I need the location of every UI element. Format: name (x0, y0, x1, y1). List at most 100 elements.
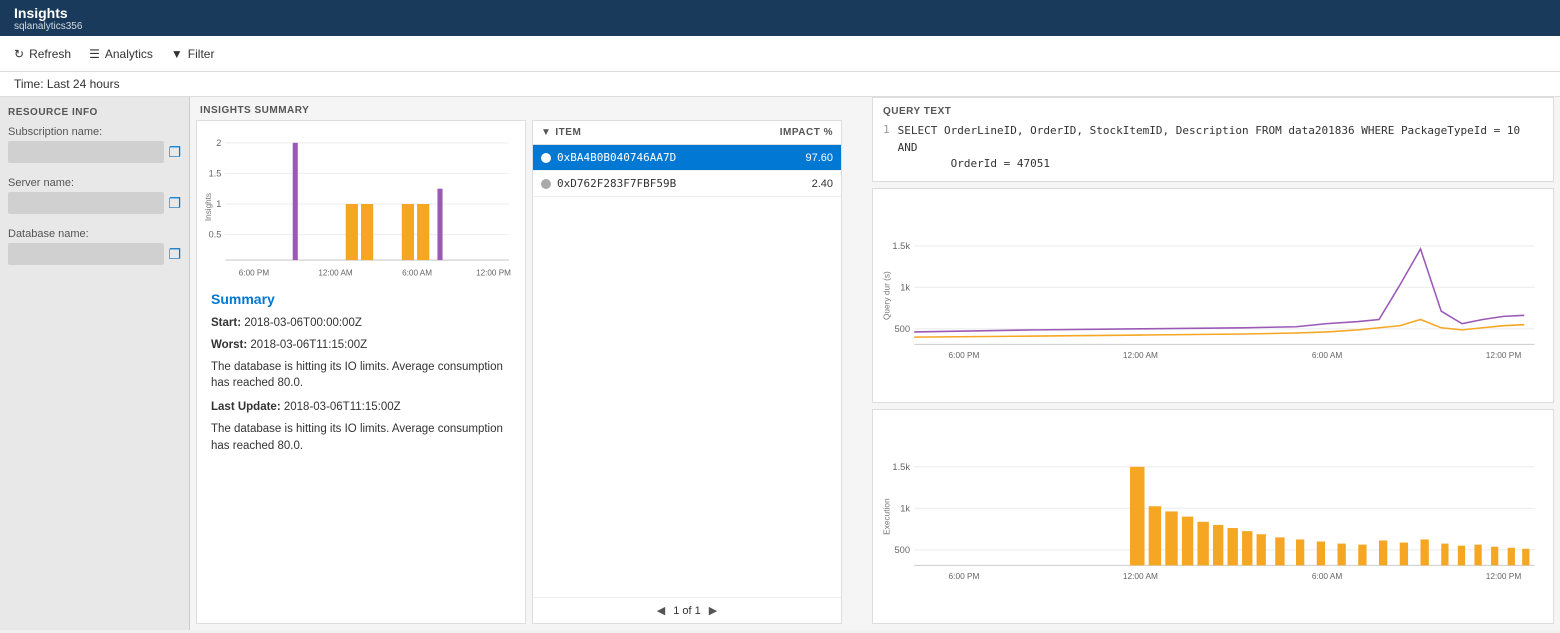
server-value (8, 192, 164, 214)
col-impact-header: IMPACT % (763, 127, 833, 138)
svg-text:1.5: 1.5 (209, 168, 222, 178)
item-list-footer: ◀ 1 of 1 ▶ (533, 597, 841, 623)
execution-chart: 1.5k 1k 500 (881, 416, 1545, 617)
svg-text:6:00 PM: 6:00 PM (239, 268, 270, 277)
subscription-label: Subscription name: (8, 126, 181, 138)
summary-start-value: 2018-03-06T00:00:00Z (244, 317, 362, 329)
svg-text:6:00 PM: 6:00 PM (949, 571, 980, 581)
svg-text:500: 500 (894, 545, 910, 555)
svg-text:6:00 AM: 6:00 AM (402, 268, 432, 277)
insights-summary-title: INSIGHTS SUMMARY (190, 97, 872, 120)
svg-text:1.5k: 1.5k (892, 240, 910, 250)
summary-last-update: Last Update: 2018-03-06T11:15:00Z (211, 399, 511, 415)
summary-worst-label: Worst: (211, 339, 247, 351)
query-text-box: QUERY TEXT 1 SELECT OrderLineID, OrderID… (872, 97, 1554, 182)
item-list-header: ▼ ITEM IMPACT % (533, 121, 841, 145)
left-panel: RESOURCE INFO Subscription name: ❐ Serve… (0, 97, 190, 630)
database-field: Database name: ❐ (8, 228, 181, 265)
summary-last-update-value: 2018-03-06T11:15:00Z (284, 401, 401, 413)
svg-text:12:00 PM: 12:00 PM (1486, 571, 1522, 581)
svg-text:1.5k: 1.5k (892, 462, 910, 472)
next-page-button[interactable]: ▶ (709, 604, 717, 617)
query-line-num: 1 (883, 123, 890, 173)
analytics-label: Analytics (105, 47, 153, 61)
svg-text:500: 500 (894, 323, 910, 333)
query-duration-chart: 1.5k 1k 500 6:00 PM 12:00 AM 6:00 AM 12:… (881, 195, 1545, 396)
summary-start: Start: 2018-03-06T00:00:00Z (211, 315, 511, 331)
summary-last-update-label: Last Update: (211, 401, 281, 413)
item-dot-1 (541, 179, 551, 189)
query-text-header: QUERY TEXT (883, 106, 1543, 117)
filter-icon: ▼ (171, 47, 183, 61)
execution-chart-box: 1.5k 1k 500 (872, 409, 1554, 624)
prev-page-button[interactable]: ◀ (657, 604, 665, 617)
subscription-value (8, 141, 164, 163)
chart-summary-panel: 2 1.5 1 0.5 (196, 120, 526, 624)
database-edit-icon[interactable]: ❐ (168, 246, 181, 263)
resource-info-title: RESOURCE INFO (8, 107, 181, 118)
center-inner: 2 1.5 1 0.5 (190, 120, 872, 630)
server-edit-icon[interactable]: ❐ (168, 195, 181, 212)
pagination-label: 1 of 1 (673, 605, 701, 617)
summary-worst: Worst: 2018-03-06T11:15:00Z (211, 337, 511, 353)
app-subtitle: sqlanalytics356 (14, 21, 1546, 32)
filter-icon-header: ▼ (541, 127, 551, 138)
database-label: Database name: (8, 228, 181, 240)
svg-text:6:00 AM: 6:00 AM (1312, 349, 1343, 359)
right-panel: QUERY TEXT 1 SELECT OrderLineID, OrderID… (872, 97, 1560, 630)
svg-text:0.5: 0.5 (209, 230, 222, 240)
col-item-header: ITEM (555, 127, 759, 138)
query-sql: SELECT OrderLineID, OrderID, StockItemID… (898, 123, 1543, 173)
summary-area: Summary Start: 2018-03-06T00:00:00Z Wors… (197, 281, 525, 623)
svg-text:12:00 PM: 12:00 PM (1486, 349, 1522, 359)
time-bar: Time: Last 24 hours (0, 72, 1560, 97)
summary-desc2: The database is hitting its IO limits. A… (211, 421, 511, 453)
database-value (8, 243, 164, 265)
svg-text:Execution: Execution (881, 498, 891, 535)
svg-text:12:00 PM: 12:00 PM (476, 268, 511, 277)
item-impact-0: 97.60 (773, 152, 833, 164)
server-value-row: ❐ (8, 192, 181, 214)
refresh-button[interactable]: ↻ Refresh (14, 47, 71, 61)
database-value-row: ❐ (8, 243, 181, 265)
refresh-icon: ↻ (14, 47, 24, 61)
main-content: RESOURCE INFO Subscription name: ❐ Serve… (0, 97, 1560, 630)
server-field: Server name: ❐ (8, 177, 181, 214)
svg-text:12:00 AM: 12:00 AM (1123, 349, 1158, 359)
item-row-1[interactable]: 0xD762F283F7FBF59B 2.40 (533, 171, 841, 197)
toolbar: ↻ Refresh ☰ Analytics ▼ Filter (0, 36, 1560, 72)
subscription-field: Subscription name: ❐ (8, 126, 181, 163)
analytics-icon: ☰ (89, 47, 100, 61)
server-label: Server name: (8, 177, 181, 189)
summary-start-label: Start: (211, 317, 241, 329)
svg-text:Insights: Insights (204, 193, 213, 221)
query-code: 1 SELECT OrderLineID, OrderID, StockItem… (883, 123, 1543, 173)
query-duration-chart-box: 1.5k 1k 500 6:00 PM 12:00 AM 6:00 AM 12:… (872, 188, 1554, 403)
item-dot-0 (541, 153, 551, 163)
item-name-0: 0xBA4B0B040746AA7D (557, 151, 767, 164)
subscription-value-row: ❐ (8, 141, 181, 163)
svg-text:1: 1 (216, 199, 221, 209)
insights-chart-area: 2 1.5 1 0.5 (197, 121, 525, 281)
svg-text:6:00 AM: 6:00 AM (1312, 571, 1343, 581)
svg-text:1k: 1k (900, 503, 910, 513)
item-row-0[interactable]: 0xBA4B0B040746AA7D 97.60 (533, 145, 841, 171)
filter-button[interactable]: ▼ Filter (171, 47, 215, 61)
item-list-panel: ▼ ITEM IMPACT % 0xBA4B0B040746AA7D 97.60… (532, 120, 842, 624)
app-header: Insights sqlanalytics356 (0, 0, 1560, 36)
filter-label: Filter (188, 47, 215, 61)
summary-worst-value: 2018-03-06T11:15:00Z (250, 339, 367, 351)
svg-text:Query dur (s): Query dur (s) (881, 270, 891, 319)
subscription-edit-icon[interactable]: ❐ (168, 144, 181, 161)
summary-title: Summary (211, 291, 511, 307)
svg-text:2: 2 (216, 138, 221, 148)
svg-text:1k: 1k (900, 282, 910, 292)
time-bar-label: Time: Last 24 hours (14, 77, 120, 91)
summary-desc1: The database is hitting its IO limits. A… (211, 359, 511, 391)
app-title: Insights (14, 5, 1546, 21)
analytics-button[interactable]: ☰ Analytics (89, 47, 153, 61)
item-impact-1: 2.40 (773, 178, 833, 190)
svg-text:12:00 AM: 12:00 AM (1123, 571, 1158, 581)
refresh-label: Refresh (29, 47, 71, 61)
item-name-1: 0xD762F283F7FBF59B (557, 177, 767, 190)
